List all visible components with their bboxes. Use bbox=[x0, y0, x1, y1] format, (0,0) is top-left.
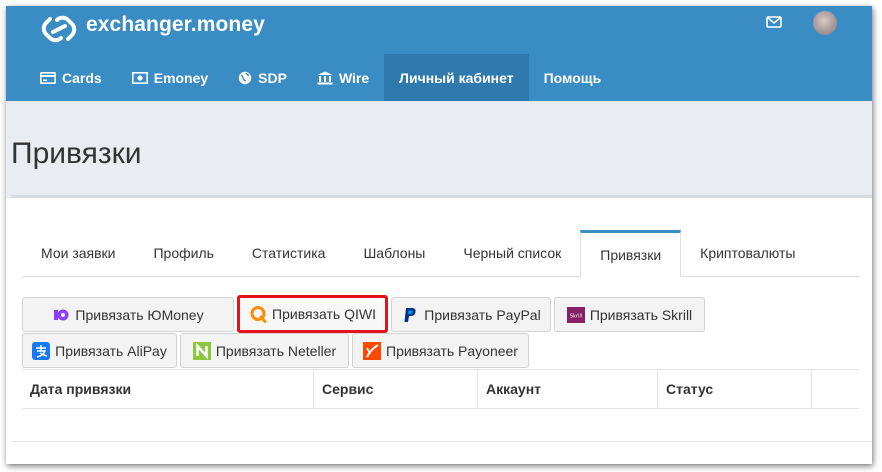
bind-payoneer-button[interactable]: Привязать Payoneer bbox=[352, 333, 529, 368]
column-account[interactable]: Аккаунт bbox=[478, 370, 658, 408]
nav-cards-label: Cards bbox=[62, 69, 102, 86]
qiwi-icon bbox=[250, 306, 267, 323]
bind-neteller-label: Привязать Neteller bbox=[215, 342, 337, 359]
bank-icon bbox=[317, 71, 333, 84]
tab-profile[interactable]: Профиль bbox=[134, 230, 232, 276]
link-icon[interactable] bbox=[39, 12, 79, 46]
bind-yoomoney-label: Привязать ЮMoney bbox=[75, 306, 204, 323]
money-icon bbox=[131, 71, 148, 84]
nav-wire-label: Wire bbox=[338, 69, 370, 86]
tab-bar: Мои заявки Профиль Статистика Шаблоны Че… bbox=[22, 230, 860, 277]
bind-yoomoney-button[interactable]: Привязать ЮMoney bbox=[22, 297, 234, 332]
tab-bindings[interactable]: Привязки bbox=[580, 230, 682, 277]
nav-help-label: Помощь bbox=[543, 69, 602, 86]
tab-blacklist[interactable]: Черный список bbox=[444, 230, 580, 276]
nav-personal-cabinet-label: Личный кабинет bbox=[399, 69, 514, 86]
bind-alipay-label: Привязать AliPay bbox=[55, 342, 167, 359]
column-service[interactable]: Сервис bbox=[314, 370, 478, 408]
card-icon bbox=[40, 71, 56, 84]
svg-text:Skrill: Skrill bbox=[570, 313, 582, 319]
mail-icon[interactable] bbox=[766, 16, 782, 28]
app-window: exchanger.money Cards Emoney SDP Wire Ли… bbox=[6, 6, 872, 464]
bind-skrill-button[interactable]: Skrill Привязать Skrill bbox=[554, 297, 705, 332]
bind-neteller-button[interactable]: Привязать Neteller bbox=[180, 333, 349, 368]
tab-my-orders[interactable]: Мои заявки bbox=[22, 230, 134, 276]
column-actions bbox=[812, 370, 859, 408]
nav-sdp-label: SDP bbox=[258, 69, 287, 86]
top-header: exchanger.money Cards Emoney SDP Wire Ли… bbox=[6, 6, 872, 101]
payoneer-icon bbox=[363, 341, 382, 360]
neteller-icon bbox=[192, 341, 211, 360]
nav-emoney-label: Emoney bbox=[153, 69, 209, 86]
main-nav: Cards Emoney SDP Wire Личный кабинет Пом… bbox=[6, 54, 616, 101]
alipay-icon bbox=[32, 341, 51, 360]
bindings-table-header: Дата привязки Сервис Аккаунт Статус bbox=[22, 369, 859, 409]
bind-qiwi-button[interactable]: Привязать QIWI bbox=[237, 295, 388, 333]
yoomoney-icon bbox=[54, 309, 69, 320]
nav-emoney[interactable]: Emoney bbox=[117, 54, 223, 101]
column-date[interactable]: Дата привязки bbox=[22, 370, 314, 408]
tab-statistics[interactable]: Статистика bbox=[233, 230, 345, 276]
page-title: Привязки bbox=[11, 137, 142, 170]
bind-skrill-label: Привязать Skrill bbox=[589, 306, 693, 323]
bind-payoneer-label: Привязать Payoneer bbox=[386, 342, 518, 359]
nav-help[interactable]: Помощь bbox=[529, 54, 617, 101]
tab-templates[interactable]: Шаблоны bbox=[344, 230, 444, 276]
bind-paypal-label: Привязать PayPal bbox=[424, 306, 541, 323]
nav-cards[interactable]: Cards bbox=[6, 54, 117, 101]
tab-crypto[interactable]: Криптовалюты bbox=[681, 230, 814, 276]
skrill-icon: Skrill bbox=[566, 306, 585, 323]
bind-alipay-button[interactable]: Привязать AliPay bbox=[22, 333, 177, 368]
column-status[interactable]: Статус bbox=[658, 370, 812, 408]
nav-wire[interactable]: Wire bbox=[302, 54, 384, 101]
globe-icon bbox=[238, 71, 252, 84]
bind-paypal-button[interactable]: Привязать PayPal bbox=[391, 297, 551, 332]
paypal-icon bbox=[404, 307, 416, 322]
user-avatar[interactable] bbox=[813, 11, 837, 35]
bind-qiwi-label: Привязать QIWI bbox=[272, 306, 376, 322]
brand-name[interactable]: exchanger.money bbox=[86, 13, 265, 37]
nav-personal-cabinet[interactable]: Личный кабинет bbox=[384, 54, 529, 101]
nav-sdp[interactable]: SDP bbox=[223, 54, 302, 101]
